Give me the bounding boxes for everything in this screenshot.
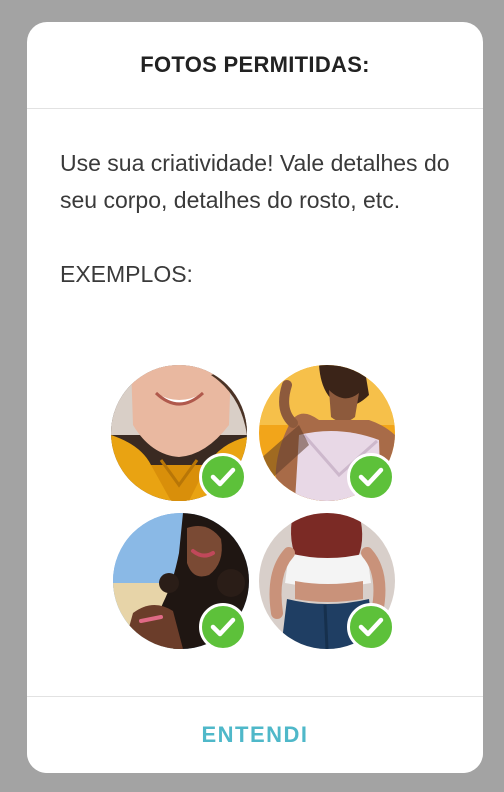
check-icon	[210, 617, 236, 637]
approved-badge	[199, 603, 247, 651]
approved-badge	[199, 453, 247, 501]
dialog-title: FOTOS PERMITIDAS:	[140, 52, 370, 77]
allowed-photos-dialog: FOTOS PERMITIDAS: Use sua criatividade! …	[27, 22, 483, 773]
confirm-button[interactable]: ENTENDI	[27, 697, 483, 773]
dialog-description: Use sua criatividade! Vale detalhes do s…	[60, 150, 450, 213]
check-icon	[210, 467, 236, 487]
examples-grid	[27, 363, 483, 653]
approved-badge	[347, 603, 395, 651]
approved-badge	[347, 453, 395, 501]
check-icon	[358, 617, 384, 637]
examples-label: EXEMPLOS:	[60, 261, 193, 287]
check-icon	[358, 467, 384, 487]
dialog-header: FOTOS PERMITIDAS:	[27, 22, 483, 109]
dialog-body: Use sua criatividade! Vale detalhes do s…	[27, 109, 483, 288]
